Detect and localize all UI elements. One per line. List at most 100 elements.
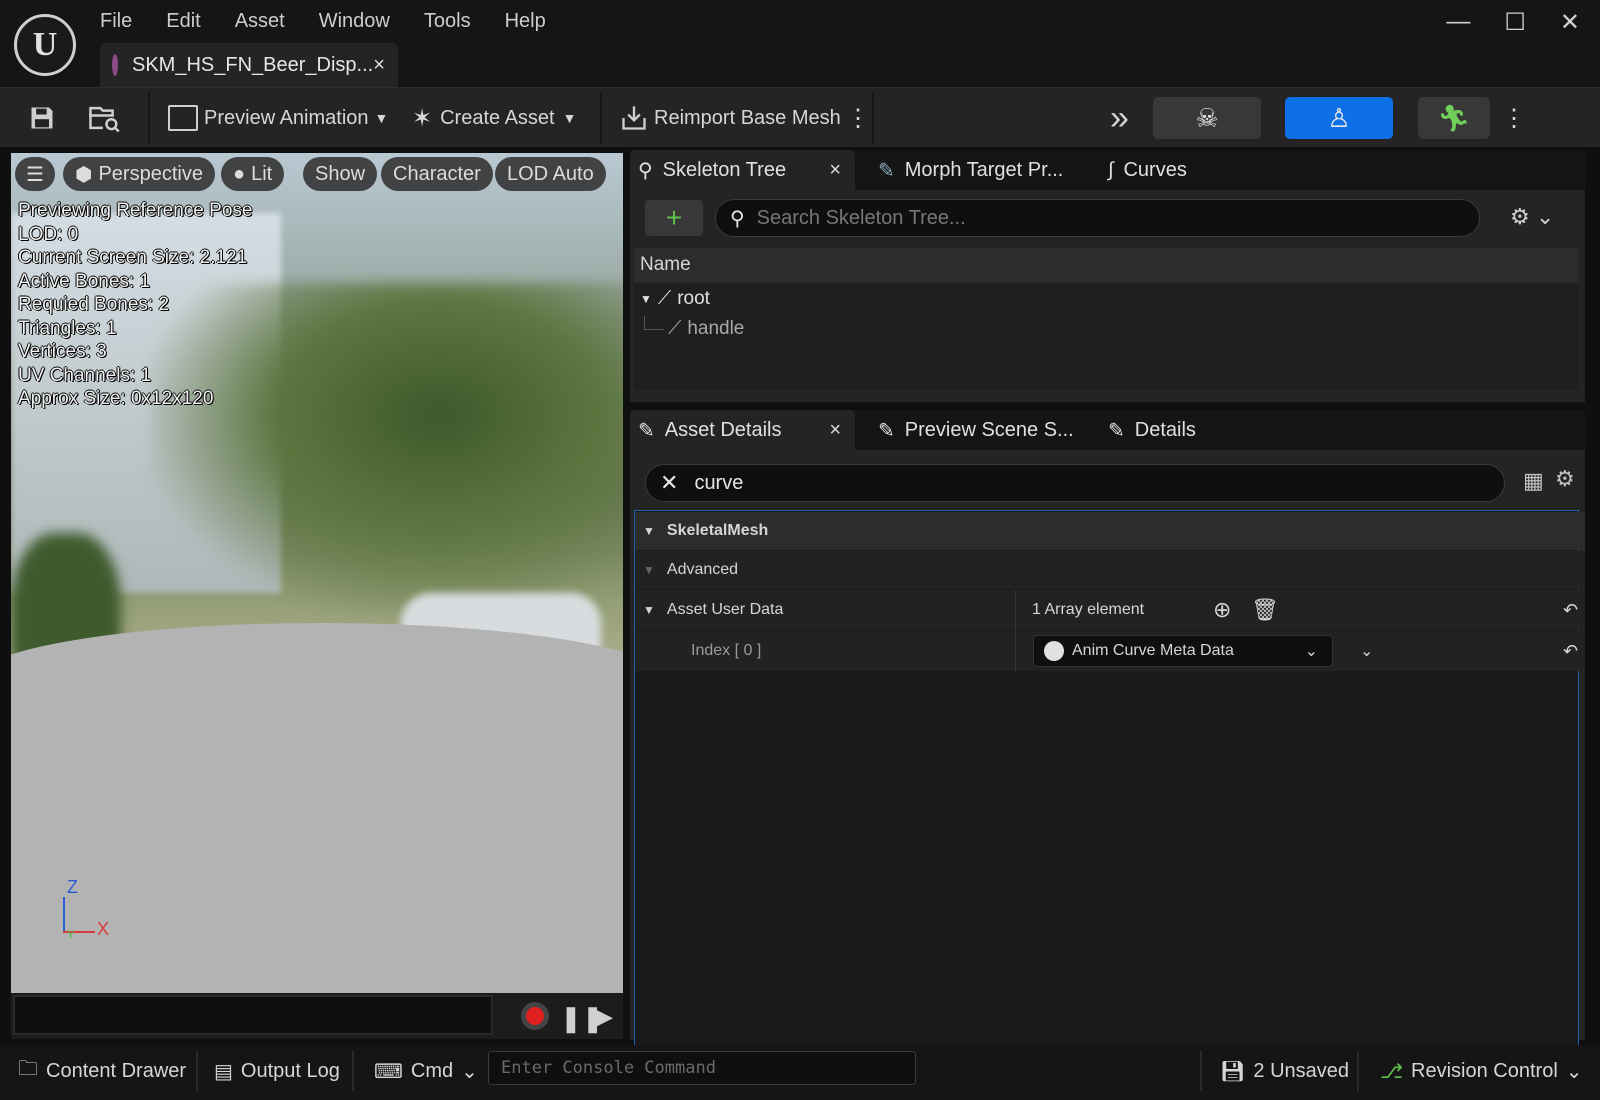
tab-details[interactable]: ✎ Details	[1100, 410, 1196, 450]
unsaved-label: 2 Unsaved	[1253, 1059, 1350, 1082]
tab-curves[interactable]: ∫ Curves	[1100, 150, 1187, 190]
menu-help[interactable]: Help	[505, 10, 562, 33]
menu-edit[interactable]: Edit	[166, 10, 216, 33]
add-element-icon[interactable]: ⊕	[1213, 597, 1231, 623]
more-options-icon[interactable]: ⋮	[846, 88, 870, 148]
revision-control-label: Revision Control	[1411, 1059, 1558, 1082]
tab-morph-target-preview[interactable]: ✎ Morph Target Pr...	[870, 150, 1063, 190]
minimize-icon[interactable]: —	[1446, 8, 1470, 37]
index-label: Index [ 0 ]	[691, 642, 762, 659]
content-drawer-label: Content Drawer	[46, 1059, 187, 1082]
timeline-scrubber[interactable]	[13, 995, 493, 1035]
expand-arrow-icon[interactable]: ▼	[643, 603, 655, 617]
tab-preview-scene-label: Preview Scene S...	[904, 418, 1074, 441]
mesh-mode-button[interactable]: ♙	[1285, 97, 1393, 139]
console-command-input[interactable]: Enter Console Command	[488, 1051, 916, 1085]
skeleton-search-input[interactable]: ⚲ Search Skeleton Tree...	[715, 199, 1480, 237]
show-button[interactable]: Show	[303, 157, 378, 191]
save-icon[interactable]	[28, 88, 56, 148]
bone-row-handle[interactable]: ⟋ handle	[634, 314, 1579, 344]
bone-row-root[interactable]: ▼ ⟋ root	[634, 284, 1579, 314]
lit-button[interactable]: ● Lit	[221, 157, 285, 191]
create-asset-button[interactable]: ✶ Create Asset ▼	[412, 88, 576, 148]
plus-icon: +	[665, 202, 683, 233]
perspective-button[interactable]: ⬢ Perspective	[63, 157, 215, 191]
expand-chevron-icon[interactable]: ⌄	[1360, 641, 1373, 661]
chevron-down-icon: ▼	[374, 110, 389, 126]
expand-arrow-icon: ▼	[640, 292, 652, 306]
chevron-down-icon: ▼	[562, 110, 577, 126]
cube-icon: ⬢	[75, 163, 93, 186]
status-bar: 🗀︎ Content Drawer ▤ Output Log ⌨︎ Cmd ⌄ …	[0, 1045, 1600, 1100]
delete-all-icon[interactable]: 🗑︎	[1251, 597, 1279, 623]
output-log-icon: ▤	[214, 1060, 233, 1083]
tab-skeleton-tree[interactable]: ⚲ Skeleton Tree ×	[630, 150, 855, 190]
tab-preview-scene-settings[interactable]: ✎ Preview Scene S...	[870, 410, 1074, 450]
overflow-icon[interactable]: »	[1110, 88, 1129, 148]
content-drawer-button[interactable]: 🗀︎ Content Drawer	[18, 1045, 186, 1097]
character-button[interactable]: Character	[381, 157, 493, 191]
tab-curves-label: Curves	[1123, 158, 1187, 181]
browse-asset-icon[interactable]	[88, 88, 120, 148]
bone-label: root	[677, 288, 710, 309]
close-tab-icon[interactable]: ×	[829, 159, 841, 182]
lod-auto-button[interactable]: LOD Auto	[495, 157, 606, 191]
stat-line: Approx Size: 0x12x120	[18, 388, 214, 409]
step-forward-icon[interactable]: ▶	[593, 1001, 613, 1032]
cmd-label: Cmd	[410, 1059, 454, 1082]
details-search-input[interactable]: ✕ curve	[645, 464, 1505, 502]
menu-file[interactable]: File	[100, 10, 148, 33]
viewport-menu-button[interactable]: ☰	[15, 157, 55, 191]
menu-asset[interactable]: Asset	[235, 10, 301, 33]
tab-details-label: Details	[1134, 418, 1196, 441]
cmd-dropdown[interactable]: ⌨︎ Cmd ⌄	[374, 1045, 478, 1097]
class-icon	[1044, 641, 1064, 661]
close-window-icon[interactable]: ✕	[1560, 8, 1580, 37]
reset-icon[interactable]: ↶	[1563, 600, 1578, 621]
index-value-dropdown[interactable]: Anim Curve Meta Data ⌄	[1033, 635, 1333, 667]
viewport-stats: Previewing Reference Pose LOD: 0 Current…	[18, 199, 252, 411]
close-tab-icon[interactable]: ×	[829, 419, 841, 442]
menu-window[interactable]: Window	[319, 10, 406, 33]
skeleton-icon: ☠	[1195, 102, 1219, 133]
animation-mode-button[interactable]: 🏃︎	[1418, 97, 1490, 139]
revision-control-button[interactable]: ⎇ Revision Control ⌄	[1380, 1045, 1583, 1097]
perspective-label: Perspective	[98, 162, 203, 185]
lod-auto-label: LOD Auto	[507, 162, 594, 185]
preview-animation-label: Preview Animation	[204, 106, 369, 129]
maximize-icon[interactable]: ☐	[1504, 8, 1526, 37]
settings-gear-icon[interactable]: ⚙	[1555, 466, 1575, 492]
record-button[interactable]	[521, 1002, 549, 1030]
table-view-icon[interactable]: ▦	[1523, 468, 1544, 494]
unreal-logo-icon[interactable]: U	[14, 14, 76, 76]
stat-line: Vertices: 3	[18, 341, 107, 362]
menu-tools[interactable]: Tools	[424, 10, 487, 33]
skeleton-mode-button[interactable]: ☠	[1153, 97, 1261, 139]
preview-animation-button[interactable]: Preview Animation ▼	[168, 88, 388, 148]
content-drawer-icon: 🗀︎	[18, 1058, 38, 1080]
stat-line: Active Bones: 1	[18, 270, 151, 292]
output-log-button[interactable]: ▤ Output Log	[214, 1045, 340, 1097]
tab-asset-details[interactable]: ✎ Asset Details ×	[630, 410, 855, 450]
lit-sphere-icon: ●	[233, 162, 246, 185]
asset-user-data-label: Asset User Data	[666, 601, 784, 618]
axis-gizmo: Z X Y	[51, 877, 121, 943]
z-axis-line	[63, 897, 65, 933]
reimport-base-mesh-button[interactable]: Reimport Base Mesh	[620, 88, 841, 148]
document-tab[interactable]: SKM_HS_FN_Beer_Disp... ×	[100, 43, 398, 87]
create-asset-label: Create Asset	[440, 106, 555, 129]
settings-gear-icon[interactable]: ⚙ ⌄	[1510, 204, 1554, 230]
unsaved-button[interactable]: 💾︎ 2 Unsaved	[1220, 1045, 1349, 1097]
preview-viewport[interactable]: ☰ ⬢ Perspective ● Lit Show Character LOD…	[11, 153, 623, 993]
category-skeletalmesh[interactable]: ▼ SkeletalMesh	[635, 512, 1585, 550]
close-tab-icon[interactable]: ×	[373, 54, 385, 77]
clear-search-icon[interactable]: ✕	[660, 470, 678, 496]
reset-icon[interactable]: ↶	[1563, 641, 1578, 662]
category-advanced[interactable]: ▼ Advanced	[635, 551, 1585, 589]
property-index-0: Index [ 0 ] Anim Curve Meta Data ⌄ ⌄ ↶	[635, 631, 1585, 671]
skeleton-tree-icon: ⚲	[638, 159, 653, 182]
more-options-icon[interactable]: ⋮	[1502, 88, 1526, 148]
stat-line: Triangles: 1	[18, 317, 117, 339]
add-bone-button[interactable]: +	[645, 200, 703, 236]
column-header-name[interactable]: Name	[634, 248, 1579, 282]
